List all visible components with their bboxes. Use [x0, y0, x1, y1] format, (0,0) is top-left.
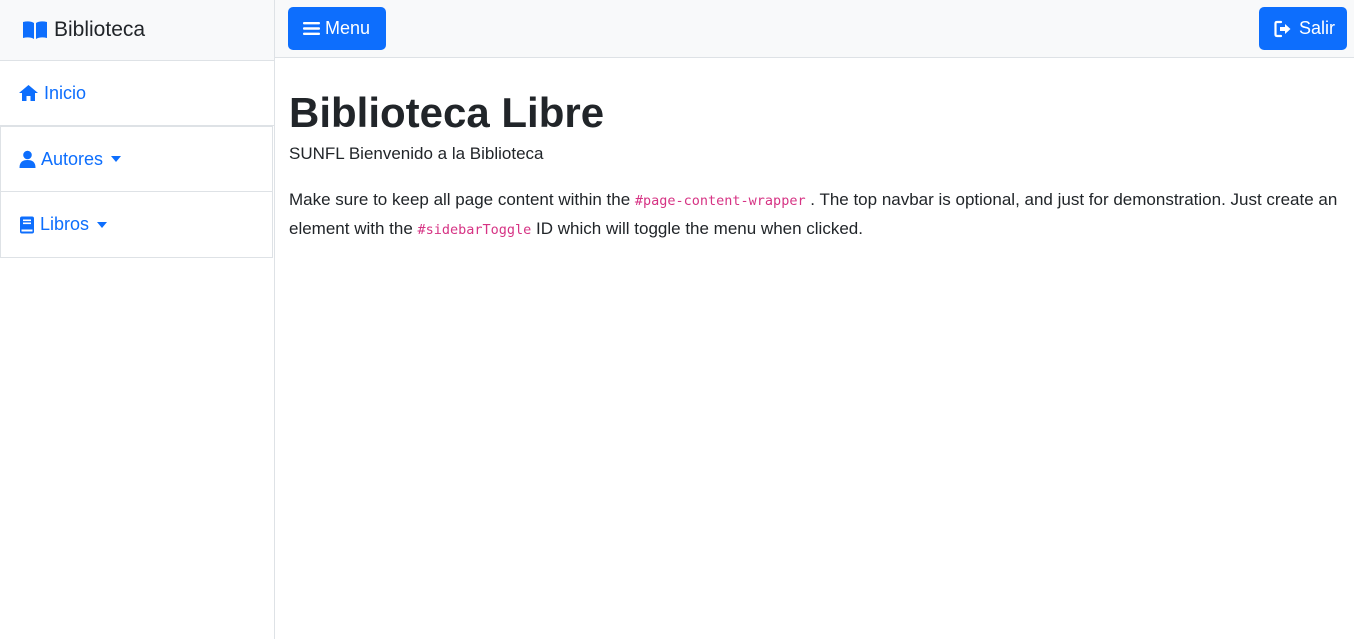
page-content-wrapper: Menu Salir Biblioteca Libre SUNFL Bienve… [275, 0, 1354, 639]
sidebar-brand: Biblioteca [54, 18, 146, 41]
menu-toggle-button[interactable]: Menu [288, 7, 386, 50]
sidebar-item-libros[interactable]: Libros [0, 192, 273, 258]
logout-button[interactable]: Salir [1259, 7, 1347, 50]
book-icon [19, 216, 35, 234]
user-icon [19, 150, 36, 168]
code-snippet: #page-content-wrapper [634, 193, 806, 210]
chevron-down-icon [111, 156, 122, 162]
sidebar-item-label: Libros [40, 214, 90, 234]
intro-paragraph: Make sure to keep all page content withi… [289, 186, 1340, 244]
chevron-down-icon [97, 221, 108, 228]
sidebar: Biblioteca Inicio Autores Libros [0, 0, 275, 639]
logout-button-label: Salir [1299, 18, 1336, 38]
main-content: Biblioteca Libre SUNFL Bienvenido a la B… [275, 58, 1354, 244]
sidebar-item-label: Inicio [44, 82, 87, 103]
sidebar-item-inicio[interactable]: Inicio [0, 61, 274, 126]
menu-button-label: Menu [325, 18, 371, 38]
sidebar-item-autores[interactable]: Autores [0, 126, 273, 192]
paragraph-text: Make sure to keep all page content withi… [289, 190, 635, 210]
top-navbar: Menu Salir [275, 0, 1354, 58]
sidebar-item-label: Autores [41, 148, 104, 169]
app: Biblioteca Inicio Autores Libros Menu Sa… [0, 0, 1354, 639]
open-book-icon [22, 20, 48, 40]
sidebar-heading[interactable]: Biblioteca [0, 0, 274, 61]
hamburger-icon [303, 21, 320, 36]
page-subtitle: SUNFL Bienvenido a la Biblioteca [289, 144, 544, 164]
code-snippet: #sidebarToggle [417, 222, 532, 239]
page-title: Biblioteca Libre [289, 89, 605, 136]
sign-out-icon [1274, 20, 1294, 38]
paragraph-text: ID which will toggle the menu when click… [531, 219, 863, 239]
home-icon [18, 84, 39, 102]
